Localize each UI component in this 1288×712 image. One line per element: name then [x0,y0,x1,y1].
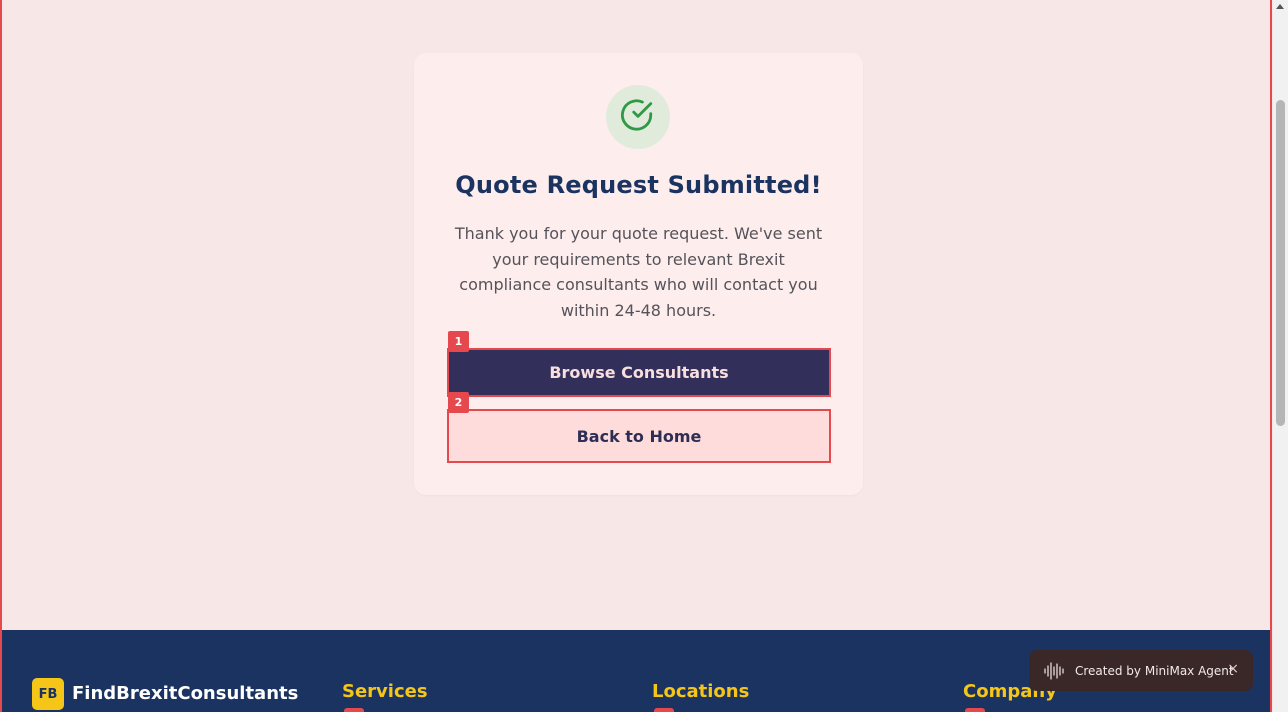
browse-consultants-label: Browse Consultants [549,363,729,382]
footer-heading-locations: Locations [652,681,750,702]
message-line: your requirements to relevant Brexit [492,249,785,269]
toast-text: Created by MiniMax Agent [1075,663,1234,678]
footer-link-marker [965,708,985,712]
message-line: compliance consultants who will contact … [459,275,818,295]
scroll-up-icon[interactable] [1276,4,1284,9]
close-icon[interactable]: × [1227,661,1239,677]
footer-heading-services: Services [342,681,428,702]
page-title: Quote Request Submitted! [455,171,822,199]
brand-name[interactable]: FindBrexitConsultants [72,683,298,704]
message-line: Thank you for your quote request. We've … [454,224,823,243]
browse-consultants-button[interactable]: Browse Consultants [447,348,831,397]
check-circle-icon [621,98,655,136]
scrollbar-thumb[interactable] [1276,100,1285,426]
footer-link-marker [344,708,364,712]
confirmation-message: Thank you for your quote request. We've … [450,221,827,324]
logo-badge[interactable]: FB [32,678,64,710]
page-viewport: Quote Request Submitted! Thank you for y… [0,0,1272,712]
element-marker-1: 1 [448,331,469,352]
message-line: within 24-48 hours. [560,301,717,321]
created-by-toast[interactable]: Created by MiniMax Agent × [1029,650,1253,691]
success-badge [606,85,670,149]
back-to-home-button[interactable]: Back to Home [447,409,831,463]
back-to-home-label: Back to Home [576,426,702,446]
element-marker-2: 2 [448,392,469,413]
footer-link-marker [654,708,674,712]
confirmation-card: Quote Request Submitted! Thank you for y… [414,53,863,495]
waveform-icon [1043,661,1067,681]
